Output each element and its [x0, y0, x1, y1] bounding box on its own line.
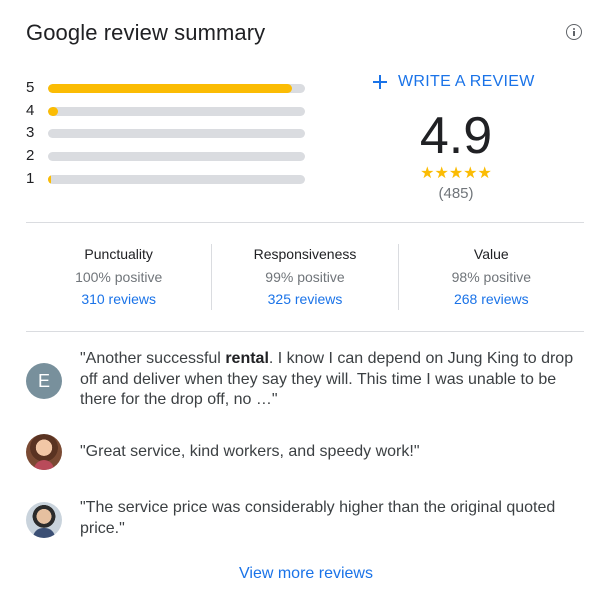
review-count: (485): [438, 185, 474, 202]
average-rating: 4.9: [419, 107, 493, 165]
plus-icon: [370, 72, 390, 92]
review-snippet-text: "The service price was considerably high…: [80, 499, 556, 537]
avatar: [26, 502, 62, 538]
attribute-reviews-link[interactable]: 325 reviews: [212, 291, 397, 307]
info-icon[interactable]: [566, 24, 582, 40]
attribute-reviews-link[interactable]: 268 reviews: [399, 291, 584, 307]
attribute-positive: 100% positive: [75, 269, 163, 285]
avatar: [26, 434, 62, 470]
review-summary-title: Google review summary: [26, 20, 266, 45]
attribute-positive: 99% positive: [265, 269, 345, 285]
attribute-name: Value: [473, 246, 509, 262]
avatar: E: [26, 363, 62, 399]
review-snippet[interactable]: "Great service, kind workers, and speedy…: [26, 432, 586, 472]
distribution-label: 4: [26, 101, 35, 119]
distribution-row-4: 4: [26, 101, 306, 124]
distribution-bar-track: [48, 84, 305, 93]
distribution-bar-track: [48, 106, 305, 116]
write-review-button[interactable]: WRITE A REVIEW: [370, 72, 535, 92]
distribution-label: 2: [26, 147, 35, 165]
distribution-row-2: 2: [26, 146, 306, 169]
write-review-label: WRITE A REVIEW: [398, 73, 535, 90]
view-more-reviews-link[interactable]: View more reviews: [0, 565, 612, 583]
divider: [26, 331, 584, 332]
distribution-label: 1: [26, 169, 35, 187]
attribute-name: Responsiveness: [253, 246, 357, 262]
distribution-bar-fill: [48, 106, 59, 116]
review-snippet-text: "Great service, kind workers, and speedy…: [80, 443, 420, 460]
distribution-bar-fill: [48, 84, 293, 93]
rating-distribution: 5 4 3 2 1: [26, 78, 306, 191]
snippet-highlight: rental: [225, 350, 269, 367]
attribute-punctuality: Punctuality 100% positive 310 reviews: [26, 244, 211, 310]
attribute-value: Value 98% positive 268 reviews: [397, 244, 584, 310]
distribution-label: 3: [26, 124, 35, 142]
attribute-positive: 98% positive: [451, 269, 532, 285]
distribution-bar-track: [48, 129, 305, 139]
distribution-row-3: 3: [26, 123, 306, 146]
attribute-reviews-link[interactable]: 310 reviews: [26, 291, 211, 307]
review-snippet[interactable]: "The service price was considerably high…: [26, 498, 586, 540]
distribution-bar-track: [48, 152, 305, 162]
snippet-text-part: "Another successful: [80, 350, 226, 367]
attribute-name: Punctuality: [84, 246, 153, 262]
distribution-label: 5: [26, 79, 35, 96]
star-rating-icons: ★★★★★: [420, 165, 492, 182]
attribute-ratings: Punctuality 100% positive 310 reviews Re…: [26, 244, 584, 310]
distribution-bar-fill: [48, 174, 51, 184]
distribution-bar-track: [48, 174, 305, 184]
attribute-responsiveness: Responsiveness 99% positive 325 reviews: [211, 244, 397, 310]
distribution-row-1: 1: [26, 169, 306, 192]
distribution-row-5: 5: [26, 78, 306, 101]
divider: [26, 222, 584, 223]
review-snippet-text: "Another successful rental. I know I can…: [80, 349, 580, 411]
review-snippet[interactable]: E "Another successful rental. I know I c…: [26, 349, 586, 411]
